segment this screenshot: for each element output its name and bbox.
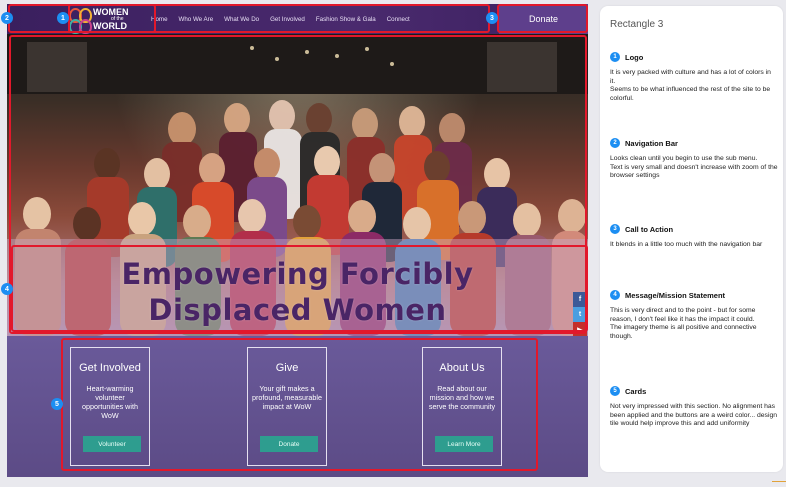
note-body: Looks clean until you begin to use the s… — [610, 155, 778, 179]
note-navigation-bar: 2 Navigation Bar Looks clean until you be… — [610, 138, 778, 181]
note-call-to-action: 3 Call to Action It blends in a little to… — [610, 224, 778, 250]
note-mission-statement: 4 Message/Mission Statement This is very … — [610, 290, 778, 341]
comment-panel: Rectangle 3 1 Logo It is very packed with… — [600, 6, 783, 472]
note-heading: Call to Action — [625, 224, 674, 234]
note-body: This is very direct and to the point - b… — [610, 307, 757, 340]
annotation-badge-2: 2 — [1, 12, 13, 24]
note-number-badge: 1 — [610, 52, 620, 62]
note-body: It is very packed with culture and has a… — [610, 69, 771, 102]
annotation-badge-3: 3 — [486, 12, 498, 24]
annotation-box-donate — [497, 4, 588, 33]
note-heading: Navigation Bar — [625, 138, 678, 148]
panel-title: Rectangle 3 — [610, 19, 664, 30]
annotation-badge-4: 4 — [1, 283, 13, 295]
note-heading: Message/Mission Statement — [625, 290, 726, 300]
note-number-badge: 3 — [610, 224, 620, 234]
annotation-box-cards — [61, 338, 538, 471]
note-cards: 5 Cards Not very impressed with this sect… — [610, 386, 778, 429]
note-number-badge: 2 — [610, 138, 620, 148]
note-number-badge: 5 — [610, 386, 620, 396]
note-body: Not very impressed with this section. No… — [610, 403, 778, 427]
annotation-box-logo — [68, 4, 156, 33]
note-heading: Cards — [625, 386, 647, 396]
annotation-box-headline — [11, 245, 588, 332]
annotation-badge-1: 1 — [57, 12, 69, 24]
annotation-badge-5: 5 — [51, 398, 63, 410]
note-logo: 1 Logo It is very packed with culture and… — [610, 52, 778, 103]
note-body: It blends in a little too much with the … — [610, 241, 763, 248]
note-number-badge: 4 — [610, 290, 620, 300]
corner-mark — [772, 481, 786, 482]
note-heading: Logo — [625, 52, 644, 62]
